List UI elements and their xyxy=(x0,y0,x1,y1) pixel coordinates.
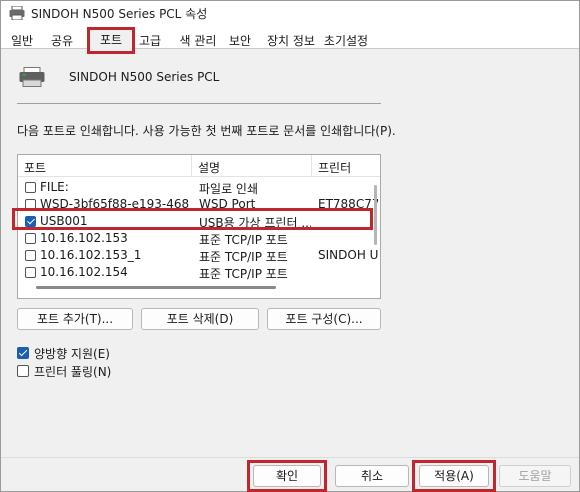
column-header-description[interactable]: 설명 xyxy=(192,155,312,177)
printer-pooling-option[interactable]: 프린터 풀링(N) xyxy=(17,363,111,379)
port-name: 10.16.102.153 xyxy=(40,231,128,245)
tab-initial-settings[interactable]: 초기설정 xyxy=(321,29,371,49)
port-description: 파일로 인쇄 xyxy=(199,182,259,196)
usb001-row-highlight xyxy=(12,208,373,230)
ports-tab-highlight xyxy=(87,27,135,54)
help-button[interactable]: 도움말 xyxy=(499,465,571,487)
ok-button-highlight xyxy=(247,460,327,492)
add-port-button[interactable]: 포트 추가(T)... xyxy=(17,308,133,330)
cancel-button[interactable]: 취소 xyxy=(335,465,409,487)
column-header-printer[interactable]: 프린터 xyxy=(312,155,380,177)
port-row[interactable]: 10.16.102.154 표준 TCP/IP 포트 xyxy=(18,264,380,281)
port-list-header: 포트 설명 프린터 xyxy=(18,155,380,177)
port-checkbox[interactable] xyxy=(25,250,36,261)
port-checkbox[interactable] xyxy=(25,182,36,193)
tab-device-info[interactable]: 장치 정보 xyxy=(263,29,319,49)
configure-port-button[interactable]: 포트 구성(C)... xyxy=(267,308,381,330)
vertical-scrollbar[interactable] xyxy=(374,185,377,245)
port-description: 표준 TCP/IP 포트 xyxy=(199,267,288,281)
tab-security[interactable]: 보안 xyxy=(225,29,255,49)
port-description: 표준 TCP/IP 포트 xyxy=(199,250,288,264)
printer-large-icon xyxy=(19,67,45,87)
title-bar: SINDOH N500 Series PCL 속성 xyxy=(1,1,579,25)
port-description: 표준 TCP/IP 포트 xyxy=(199,233,288,247)
port-instruction: 다음 포트로 인쇄합니다. 사용 가능한 첫 번째 포트로 문서를 인쇄합니다(… xyxy=(17,124,396,138)
port-row[interactable]: 10.16.102.153 표준 TCP/IP 포트 xyxy=(18,230,380,247)
printer-name: SINDOH N500 Series PCL xyxy=(69,70,220,84)
horizontal-scrollbar[interactable] xyxy=(36,286,276,289)
port-name: FILE: xyxy=(40,180,69,194)
port-printer: SINDOH U xyxy=(318,248,378,262)
printer-icon xyxy=(9,6,25,20)
printer-properties-dialog: SINDOH N500 Series PCL 속성 일반 공유 포트 고급 색 … xyxy=(0,0,580,492)
delete-port-button[interactable]: 포트 삭제(D) xyxy=(141,308,259,330)
apply-button-highlight xyxy=(412,460,496,492)
tab-sharing[interactable]: 공유 xyxy=(47,29,77,49)
bidirectional-support-option[interactable]: 양방향 지원(E) xyxy=(17,345,110,361)
column-header-port[interactable]: 포트 xyxy=(18,155,192,177)
pooling-checkbox[interactable] xyxy=(17,365,29,377)
tab-advanced[interactable]: 고급 xyxy=(135,29,165,49)
port-name: 10.16.102.153_1 xyxy=(40,248,142,262)
port-row[interactable]: FILE: 파일로 인쇄 xyxy=(18,179,380,196)
bidirectional-label: 양방향 지원(E) xyxy=(34,346,110,361)
footer-divider xyxy=(1,457,579,458)
port-name: 10.16.102.154 xyxy=(40,265,128,279)
port-checkbox[interactable] xyxy=(25,267,36,278)
bidirectional-checkbox[interactable] xyxy=(17,347,29,359)
port-row[interactable]: 10.16.102.153_1 표준 TCP/IP 포트 SINDOH U xyxy=(18,247,380,264)
tab-general[interactable]: 일반 xyxy=(7,29,37,49)
pooling-label: 프린터 풀링(N) xyxy=(34,364,112,379)
divider xyxy=(17,103,381,104)
window-title: SINDOH N500 Series PCL 속성 xyxy=(31,7,208,21)
port-checkbox[interactable] xyxy=(25,233,36,244)
tab-color-management[interactable]: 색 관리 xyxy=(175,29,221,49)
